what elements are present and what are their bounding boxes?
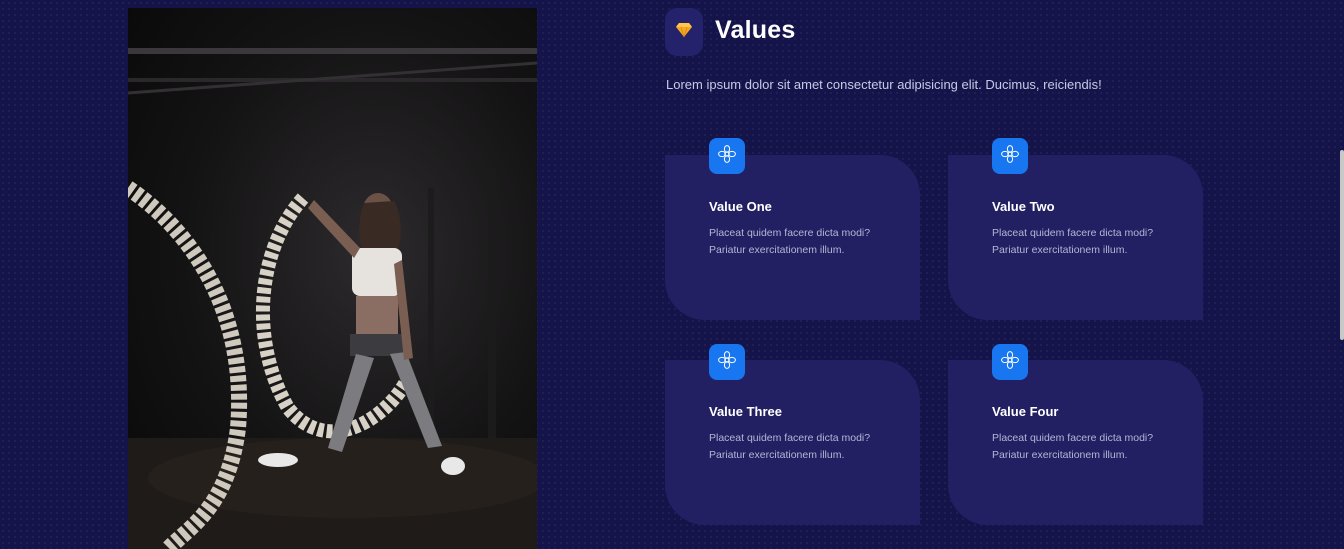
value-card-title: Value Four <box>992 404 1059 419</box>
value-card-text: Placeat quidem facere dicta modi? Pariat… <box>992 227 1154 256</box>
flower-icon <box>1000 144 1020 169</box>
section-title: Values <box>715 16 796 44</box>
flower-icon <box>717 144 737 169</box>
values-icon-container <box>665 8 703 56</box>
value-card-title: Value One <box>709 199 772 214</box>
value-card-icon-box <box>709 344 745 380</box>
value-card-title: Value Two <box>992 199 1055 214</box>
page-scrollbar[interactable] <box>1340 150 1344 340</box>
section-description: Lorem ipsum dolor sit amet consectetur a… <box>666 77 1102 92</box>
hero-image <box>128 8 537 549</box>
flower-icon <box>1000 350 1020 375</box>
value-card-icon-box <box>709 138 745 174</box>
value-card-text: Placeat quidem facere dicta modi? Pariat… <box>709 432 871 461</box>
value-card-title: Value Three <box>709 404 782 419</box>
value-card-icon-box <box>992 138 1028 174</box>
value-card-text: Placeat quidem facere dicta modi? Pariat… <box>992 432 1154 461</box>
value-card-text: Placeat quidem facere dicta modi? Pariat… <box>709 227 871 256</box>
flower-icon <box>717 350 737 375</box>
diamond-icon <box>675 22 693 43</box>
value-card-icon-box <box>992 344 1028 380</box>
